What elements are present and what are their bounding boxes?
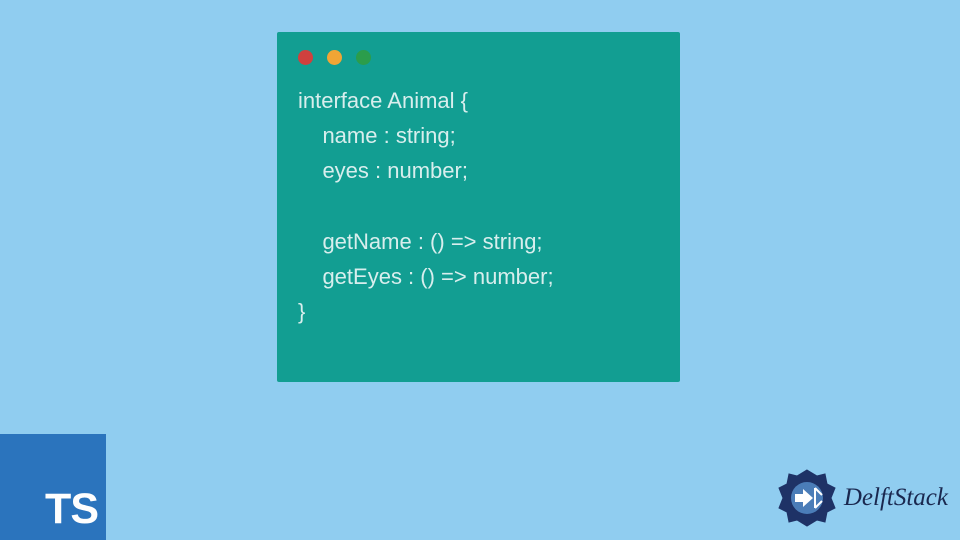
code-line: eyes : number;	[298, 158, 468, 183]
code-line: interface Animal {	[298, 88, 468, 113]
code-block: interface Animal { name : string; eyes :…	[277, 65, 680, 329]
maximize-icon	[356, 50, 371, 65]
window-traffic-lights	[277, 32, 680, 65]
minimize-icon	[327, 50, 342, 65]
close-icon	[298, 50, 313, 65]
delftstack-icon	[777, 468, 837, 528]
typescript-logo-text: TS	[45, 485, 98, 534]
code-line: getEyes : () => number;	[298, 264, 554, 289]
typescript-logo: TS	[0, 434, 106, 540]
code-line: }	[298, 299, 305, 324]
brand-text: DelftStack	[844, 484, 948, 512]
code-line: name : string;	[298, 123, 456, 148]
code-window: interface Animal { name : string; eyes :…	[277, 32, 680, 382]
branding: DelftStack	[777, 468, 948, 528]
code-line: getName : () => string;	[298, 229, 543, 254]
